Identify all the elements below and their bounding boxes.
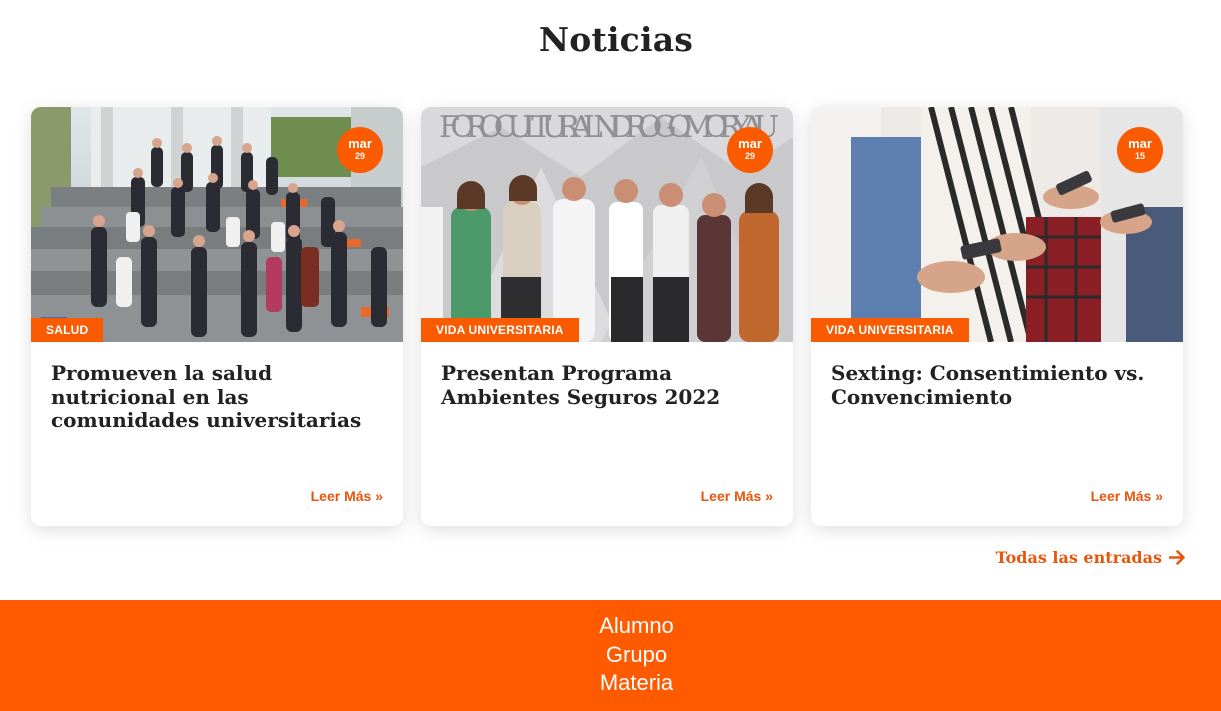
footer-line-alumno: Alumno	[599, 613, 674, 638]
news-image-foro-cultural[interactable]: FORO CULTURAL NDRO GOMORY AU	[421, 107, 793, 342]
date-badge: mar 29	[727, 127, 773, 173]
section-title: Noticias	[538, 20, 694, 59]
date-day: 15	[1134, 151, 1145, 161]
footer-line-materia: Materia	[599, 670, 674, 695]
category-tag[interactable]: SALUD	[31, 318, 104, 342]
date-month: mar	[1128, 136, 1152, 151]
date-day: 29	[744, 151, 755, 161]
news-title[interactable]: Presentan Programa Ambientes Seguros 202…	[441, 361, 773, 409]
read-more-link[interactable]: Leer Más »	[701, 488, 773, 504]
news-card[interactable]: mar 29 SALUD Promueven la salud nutricio…	[31, 107, 403, 526]
date-badge: mar 15	[1117, 127, 1163, 173]
news-card[interactable]: mar 15 VIDA UNIVERSITARIA Sexting: Conse…	[811, 107, 1183, 526]
footer-line-grupo: Grupo	[605, 641, 668, 667]
date-day: 29	[354, 151, 365, 161]
arrow-right-icon	[1169, 550, 1185, 565]
date-badge: mar 29	[337, 127, 383, 173]
date-month: mar	[348, 136, 372, 151]
news-cards: mar 29 SALUD Promueven la salud nutricio…	[31, 107, 1183, 527]
date-month: mar	[738, 136, 762, 151]
news-card[interactable]: FORO CULTURAL NDRO GOMORY AU	[421, 107, 793, 526]
news-title[interactable]: Promueven la salud nutricional en las co…	[51, 361, 383, 433]
all-entries-link[interactable]: Todas las entradas	[996, 548, 1186, 567]
all-entries-label: Todas las entradas	[995, 548, 1162, 567]
news-image-phones[interactable]: mar 15 VIDA UNIVERSITARIA	[811, 107, 1183, 342]
read-more-link[interactable]: Leer Más »	[1091, 488, 1163, 504]
category-tag[interactable]: VIDA UNIVERSITARIA	[811, 318, 969, 342]
category-tag[interactable]: VIDA UNIVERSITARIA	[421, 318, 579, 342]
footer-info: Alumno Grupo Materia	[0, 612, 1221, 698]
news-image-group-photo-stairs[interactable]: mar 29 SALUD	[31, 107, 403, 342]
footer: Alumno Grupo Materia	[0, 600, 1221, 711]
news-title[interactable]: Sexting: Consentimiento vs. Convencimien…	[831, 361, 1163, 409]
read-more-link[interactable]: Leer Más »	[311, 488, 383, 504]
